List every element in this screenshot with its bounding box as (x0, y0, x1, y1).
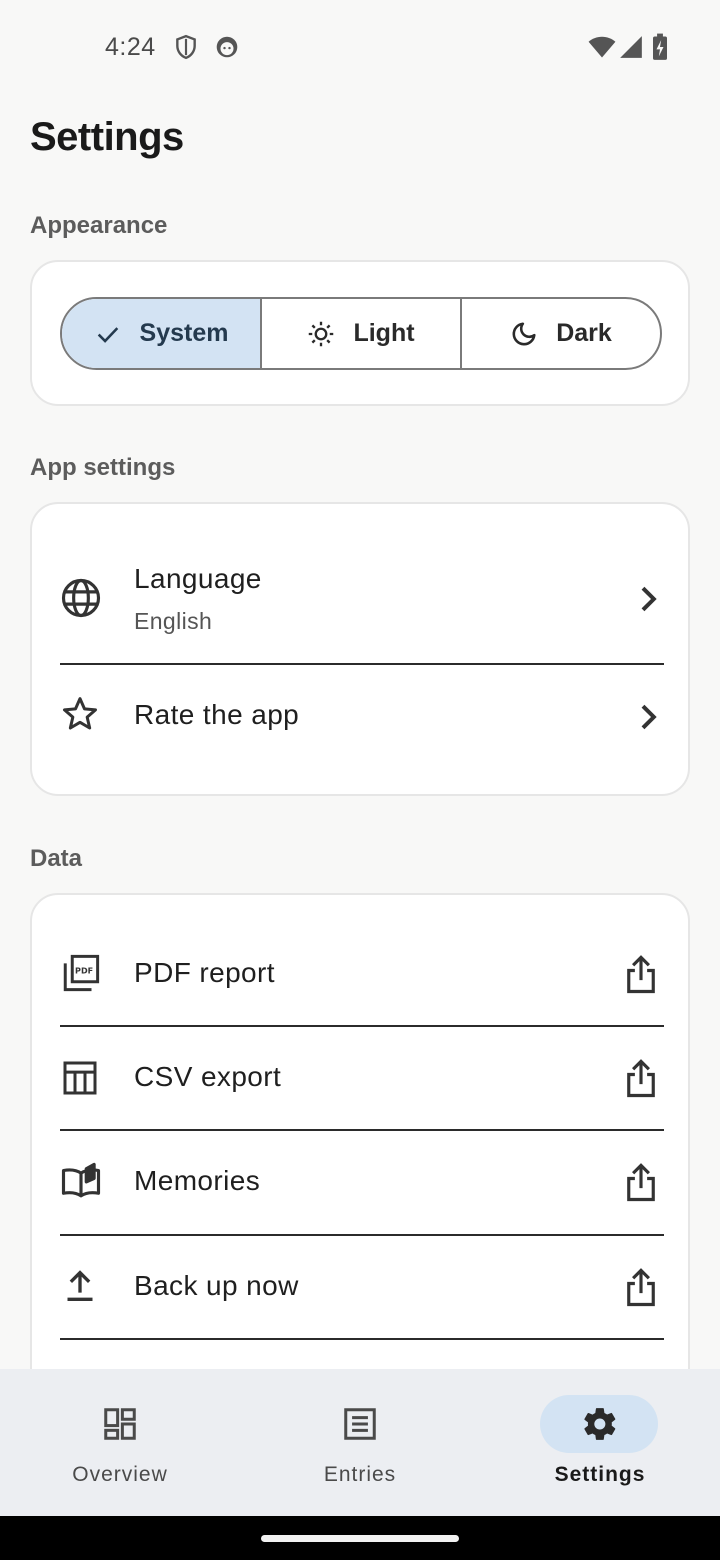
face-icon (214, 33, 240, 61)
nav-entries[interactable]: Entries (240, 1369, 480, 1516)
theme-option-label: Dark (556, 319, 612, 347)
theme-option-dark[interactable]: Dark (460, 299, 660, 368)
share-icon[interactable] (620, 1161, 662, 1203)
table-icon (60, 1058, 100, 1098)
pdf-report-row[interactable]: PDF PDF report (60, 925, 664, 1025)
book-icon (60, 1160, 102, 1202)
memories-title: Memories (134, 1165, 261, 1196)
csv-export-title: CSV export (134, 1061, 282, 1092)
nav-label-settings: Settings (554, 1463, 646, 1486)
pdf-icon: PDF (60, 952, 102, 994)
nav-overview[interactable]: Overview (0, 1369, 240, 1516)
language-value: English (134, 608, 213, 634)
divider (60, 1234, 664, 1236)
rate-app-title: Rate the app (134, 699, 300, 730)
moon-icon (510, 320, 538, 348)
app-settings-header: App settings (30, 454, 176, 481)
divider (60, 1129, 664, 1131)
appearance-header: Appearance (30, 212, 168, 239)
rate-app-row[interactable]: Rate the app (60, 666, 664, 766)
memories-row[interactable]: Memories (60, 1133, 664, 1233)
back-up-now-row[interactable]: Back up now (60, 1238, 664, 1338)
star-icon (60, 694, 100, 734)
back-up-now-title: Back up now (134, 1270, 299, 1301)
svg-text:PDF: PDF (75, 967, 93, 976)
nav-settings[interactable]: Settings (480, 1369, 720, 1516)
bottom-navigation: Overview Entries Settings (0, 1369, 720, 1516)
wifi-icon (588, 33, 616, 61)
share-icon[interactable] (620, 953, 662, 995)
divider (60, 1025, 664, 1027)
nav-label-overview: Overview (72, 1463, 168, 1486)
home-gesture-handle[interactable] (261, 1535, 459, 1542)
signal-icon (618, 33, 644, 61)
nav-label-entries: Entries (323, 1463, 397, 1486)
language-row[interactable]: Language English (60, 554, 664, 654)
pdf-report-title: PDF report (134, 957, 275, 988)
battery-charging-icon (650, 33, 670, 61)
gear-icon (581, 1405, 619, 1443)
share-icon[interactable] (620, 1266, 662, 1308)
theme-option-label: Light (353, 319, 415, 347)
chevron-right-icon (628, 697, 668, 737)
data-header: Data (30, 845, 83, 872)
theme-segmented-control: System Light Dark (60, 297, 662, 370)
data-card: PDF PDF report CSV export Memories Back … (30, 893, 690, 1413)
app-settings-card: Language English Rate the app (30, 502, 690, 796)
globe-icon (60, 577, 102, 619)
dashboard-icon (101, 1405, 139, 1443)
csv-export-row[interactable]: CSV export (60, 1029, 664, 1129)
divider (60, 663, 664, 665)
page-title: Settings (30, 115, 184, 159)
status-bar: 4:24 (0, 0, 720, 95)
status-time: 4:24 (105, 33, 156, 61)
upload-icon (60, 1266, 100, 1306)
divider (60, 1338, 664, 1340)
check-icon (94, 320, 122, 348)
theme-option-label: System (139, 319, 229, 347)
theme-option-system[interactable]: System (62, 299, 260, 368)
chevron-right-icon (628, 579, 668, 619)
theme-option-light[interactable]: Light (260, 299, 460, 368)
list-icon (341, 1405, 379, 1443)
appearance-card: System Light Dark (30, 260, 690, 406)
language-title: Language (134, 563, 262, 594)
sun-icon (307, 320, 335, 348)
share-icon[interactable] (620, 1057, 662, 1099)
shield-icon (173, 33, 199, 61)
